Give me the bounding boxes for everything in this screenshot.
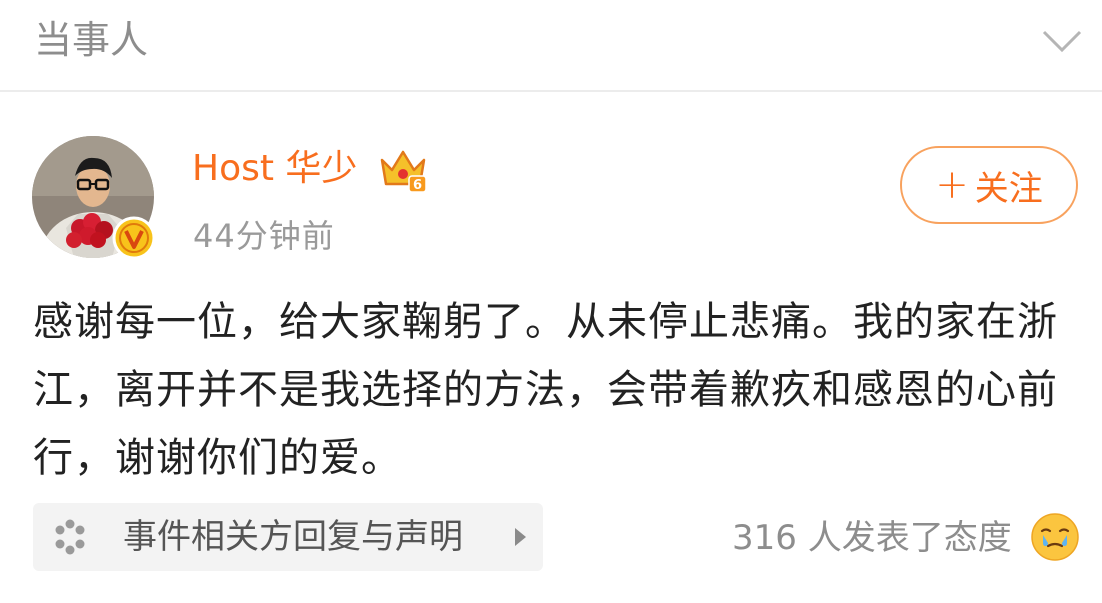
topic-label: 事件相关方回复与声明 <box>123 517 463 557</box>
follow-label: 关注 <box>974 168 1043 209</box>
follow-button[interactable]: + 关注 <box>900 146 1078 224</box>
section-header: 当事人 <box>0 0 1102 92</box>
section-title: 当事人 <box>34 18 149 62</box>
post-text: 感谢每一位，给大家鞠躬了。从未停止悲痛。我的家在浙江，离开并不是我选择的方法，会… <box>33 299 1058 481</box>
crown-level-number: 6 <box>413 178 422 193</box>
plus-icon: + <box>935 162 969 208</box>
crying-face-icon[interactable] <box>1030 512 1080 562</box>
chevron-down-icon[interactable] <box>1040 24 1084 58</box>
spinner-icon <box>55 519 85 555</box>
post-time: 44分钟前 <box>193 217 335 255</box>
author-name[interactable]: Host 华少 <box>192 145 357 193</box>
verified-v-icon <box>112 216 156 260</box>
triangle-right-icon <box>515 528 526 546</box>
topic-card[interactable]: 事件相关方回复与声明 <box>33 503 543 571</box>
crown-level-icon[interactable]: 6 <box>378 146 428 194</box>
reactions-count-text[interactable]: 316 人发表了态度 <box>732 514 1012 562</box>
